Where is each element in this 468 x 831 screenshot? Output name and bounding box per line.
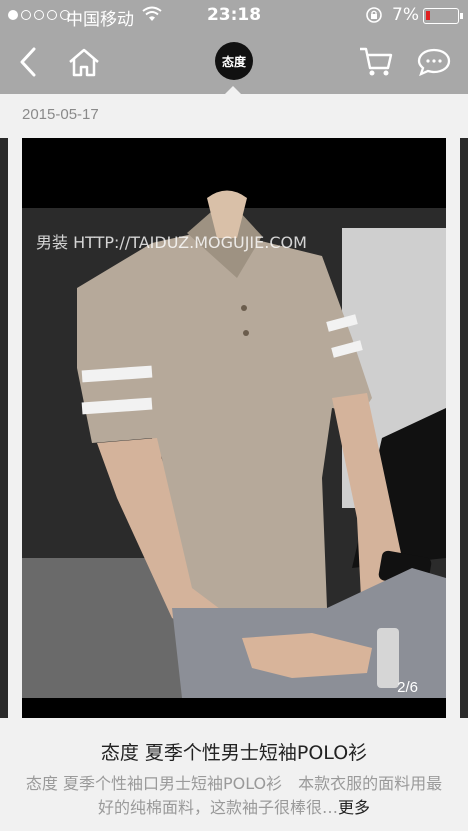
image-counter: 2/6 — [397, 679, 418, 696]
status-bar: 中国移动 23:18 7% — [0, 0, 468, 32]
more-link[interactable]: 更多 — [338, 798, 370, 817]
cart-icon — [360, 47, 393, 76]
prev-image-peek[interactable] — [0, 138, 8, 718]
chevron-left-icon — [20, 47, 36, 77]
nav-pointer — [224, 86, 242, 95]
brand-logo[interactable]: 态度 — [215, 42, 253, 80]
home-button[interactable] — [64, 42, 104, 82]
message-button[interactable] — [414, 42, 454, 82]
product-title: 态度 夏季个性男士短袖POLO衫 — [100, 742, 368, 764]
back-button[interactable] — [8, 42, 48, 82]
next-image-peek[interactable] — [460, 138, 468, 718]
product-description: 态度 夏季个性袖口男士短袖POLO衫 本款衣服的面料用最好的纯棉面料，这款袖子很… — [25, 774, 443, 817]
nav-bar: 态度 — [0, 32, 468, 94]
post-date: 2015-05-17 — [22, 106, 99, 123]
battery-percent: 7% — [392, 5, 419, 25]
product-image[interactable]: 男装 HTTP://TAIDUZ.MOGUJIE.COM 2/6 — [22, 138, 446, 718]
battery-icon — [423, 8, 463, 24]
chat-bubble-icon — [417, 48, 451, 77]
home-icon — [69, 48, 99, 77]
top-bar: 中国移动 23:18 7% 态度 — [0, 0, 468, 94]
rotation-lock-icon — [365, 6, 383, 29]
image-watermark: 男装 HTTP://TAIDUZ.MOGUJIE.COM — [36, 233, 307, 252]
cart-button[interactable] — [356, 42, 396, 82]
